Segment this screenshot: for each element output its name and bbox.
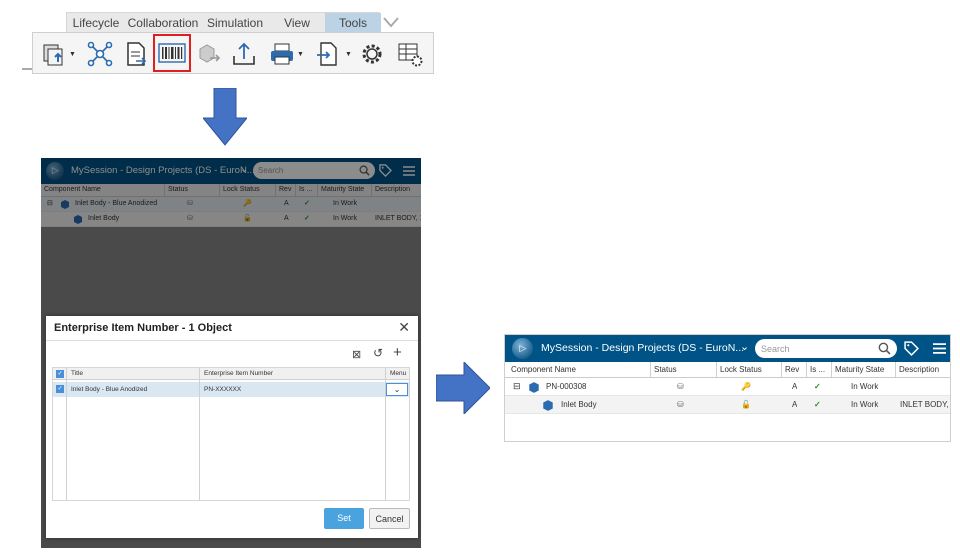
column-title: Title [71, 370, 84, 377]
status-icon: ⛁ [677, 382, 684, 391]
add-icon[interactable]: + [393, 344, 402, 361]
arrow-down-icon [203, 88, 247, 146]
maturity-value: In Work [851, 400, 879, 409]
divider [46, 340, 418, 341]
column-component-name[interactable]: Component Name [505, 362, 576, 377]
file-transfer-button[interactable] [311, 37, 345, 71]
close-icon[interactable]: ✕ [398, 319, 410, 336]
row-title: Inlet Body - Blue Anodized [71, 386, 148, 393]
table-row[interactable]: ⊟ PN-000308 ⛁ 🔑 A ✓ In Work [505, 378, 950, 396]
tools-toolbar: ▼ ▼ ▼ [32, 32, 434, 74]
unlock-icon: 🔓 [741, 400, 751, 409]
rev-value: A [792, 400, 798, 409]
column-maturity-state[interactable]: Maturity State [831, 362, 884, 377]
row-checkbox[interactable]: ✓ [56, 385, 64, 393]
column-enterprise-item-number: Enterprise Item Number [204, 370, 273, 377]
chevron-down-icon[interactable] [382, 13, 400, 31]
enterprise-item-number-dialog: Enterprise Item Number - 1 Object ✕ ⊠ ↺ … [46, 316, 418, 538]
item-number-input[interactable]: PN-XXXXXX [204, 382, 241, 397]
chevron-down-icon[interactable]: ⌄ [386, 383, 408, 396]
divider [199, 368, 200, 500]
after-session-panel: MySession - Design Projects (DS - EuroN.… [504, 334, 951, 442]
table-row[interactable]: ✓ Inlet Body - Blue Anodized PN-XXXXXX ⌄ [53, 382, 409, 397]
column-header: Component Name Status Lock Status Rev Is… [505, 362, 950, 378]
file-transfer-icon [317, 42, 337, 66]
document-export-icon [127, 42, 147, 66]
column-lock-status[interactable]: Lock Status [716, 362, 762, 377]
arrow-right-icon [436, 362, 490, 414]
network-button[interactable] [83, 37, 117, 71]
divider [66, 368, 67, 500]
gear-icon [362, 44, 382, 64]
search-icon [878, 342, 891, 355]
document-export-button[interactable] [119, 37, 153, 71]
maturity-value: In Work [851, 382, 879, 391]
menu-icon[interactable] [933, 342, 946, 355]
add-object-button[interactable] [37, 37, 71, 71]
collapse-icon[interactable]: ⊟ [513, 378, 521, 395]
session-header: MySession - Design Projects (DS - EuroN.… [505, 335, 950, 362]
component-name: Inlet Body [561, 400, 597, 409]
cancel-button[interactable]: Cancel [369, 508, 410, 529]
print-button[interactable] [265, 37, 299, 71]
session-title: MySession - Design Projects (DS - EuroN.… [541, 342, 745, 354]
column-rev[interactable]: Rev [781, 362, 799, 377]
tag-icon[interactable] [904, 341, 919, 356]
table-settings-button[interactable] [393, 37, 427, 71]
rev-value: A [792, 382, 798, 391]
dialog-table-header: ✓ Title Enterprise Item Number Menu [53, 368, 409, 380]
settings-button[interactable] [355, 37, 389, 71]
network-icon [87, 41, 113, 67]
part-icon [543, 400, 553, 411]
assembly-icon [529, 382, 539, 393]
chevron-down-icon[interactable]: ▼ [345, 51, 352, 58]
select-all-checkbox[interactable]: ✓ [56, 370, 64, 378]
status-icon: ⛁ [677, 400, 684, 409]
key-icon: 🔑 [741, 382, 751, 391]
component-name: PN-000308 [546, 382, 587, 391]
upload-button[interactable] [227, 37, 261, 71]
column-menu: Menu [390, 370, 407, 377]
dialog-title: Enterprise Item Number - 1 Object [54, 322, 232, 334]
dialog-table: ✓ Title Enterprise Item Number Menu ✓ In… [52, 367, 410, 501]
cube-move-icon [199, 44, 221, 63]
cube-move-button[interactable] [191, 37, 225, 71]
table-row[interactable]: Inlet Body ⛁ 🔓 A ✓ In Work INLET BODY, 1 [505, 396, 951, 414]
barcode-icon [158, 43, 186, 63]
app-logo [512, 338, 533, 359]
print-icon [271, 43, 293, 65]
check-icon: ✓ [814, 382, 821, 391]
set-button[interactable]: Set [324, 508, 364, 529]
clear-icon[interactable]: ⊠ [352, 348, 361, 361]
table-settings-icon [398, 43, 423, 67]
divider [385, 368, 386, 500]
chevron-down-icon[interactable]: ⌄ [740, 340, 749, 353]
barcode-button[interactable] [153, 34, 191, 72]
add-object-icon [43, 44, 63, 66]
chevron-down-icon[interactable]: ▼ [69, 51, 76, 58]
column-is[interactable]: Is ... [806, 362, 825, 377]
check-icon: ✓ [814, 400, 821, 409]
column-status[interactable]: Status [650, 362, 677, 377]
undo-icon[interactable]: ↺ [373, 346, 383, 360]
description-value: INLET BODY, 1 [900, 400, 951, 409]
search-input[interactable]: Search [755, 339, 897, 358]
chevron-down-icon[interactable]: ▼ [297, 51, 304, 58]
column-description[interactable]: Description [895, 362, 939, 377]
ribbon-tabs: Lifecycle Collaboration Simulation View … [66, 12, 381, 35]
upload-icon [233, 42, 255, 65]
